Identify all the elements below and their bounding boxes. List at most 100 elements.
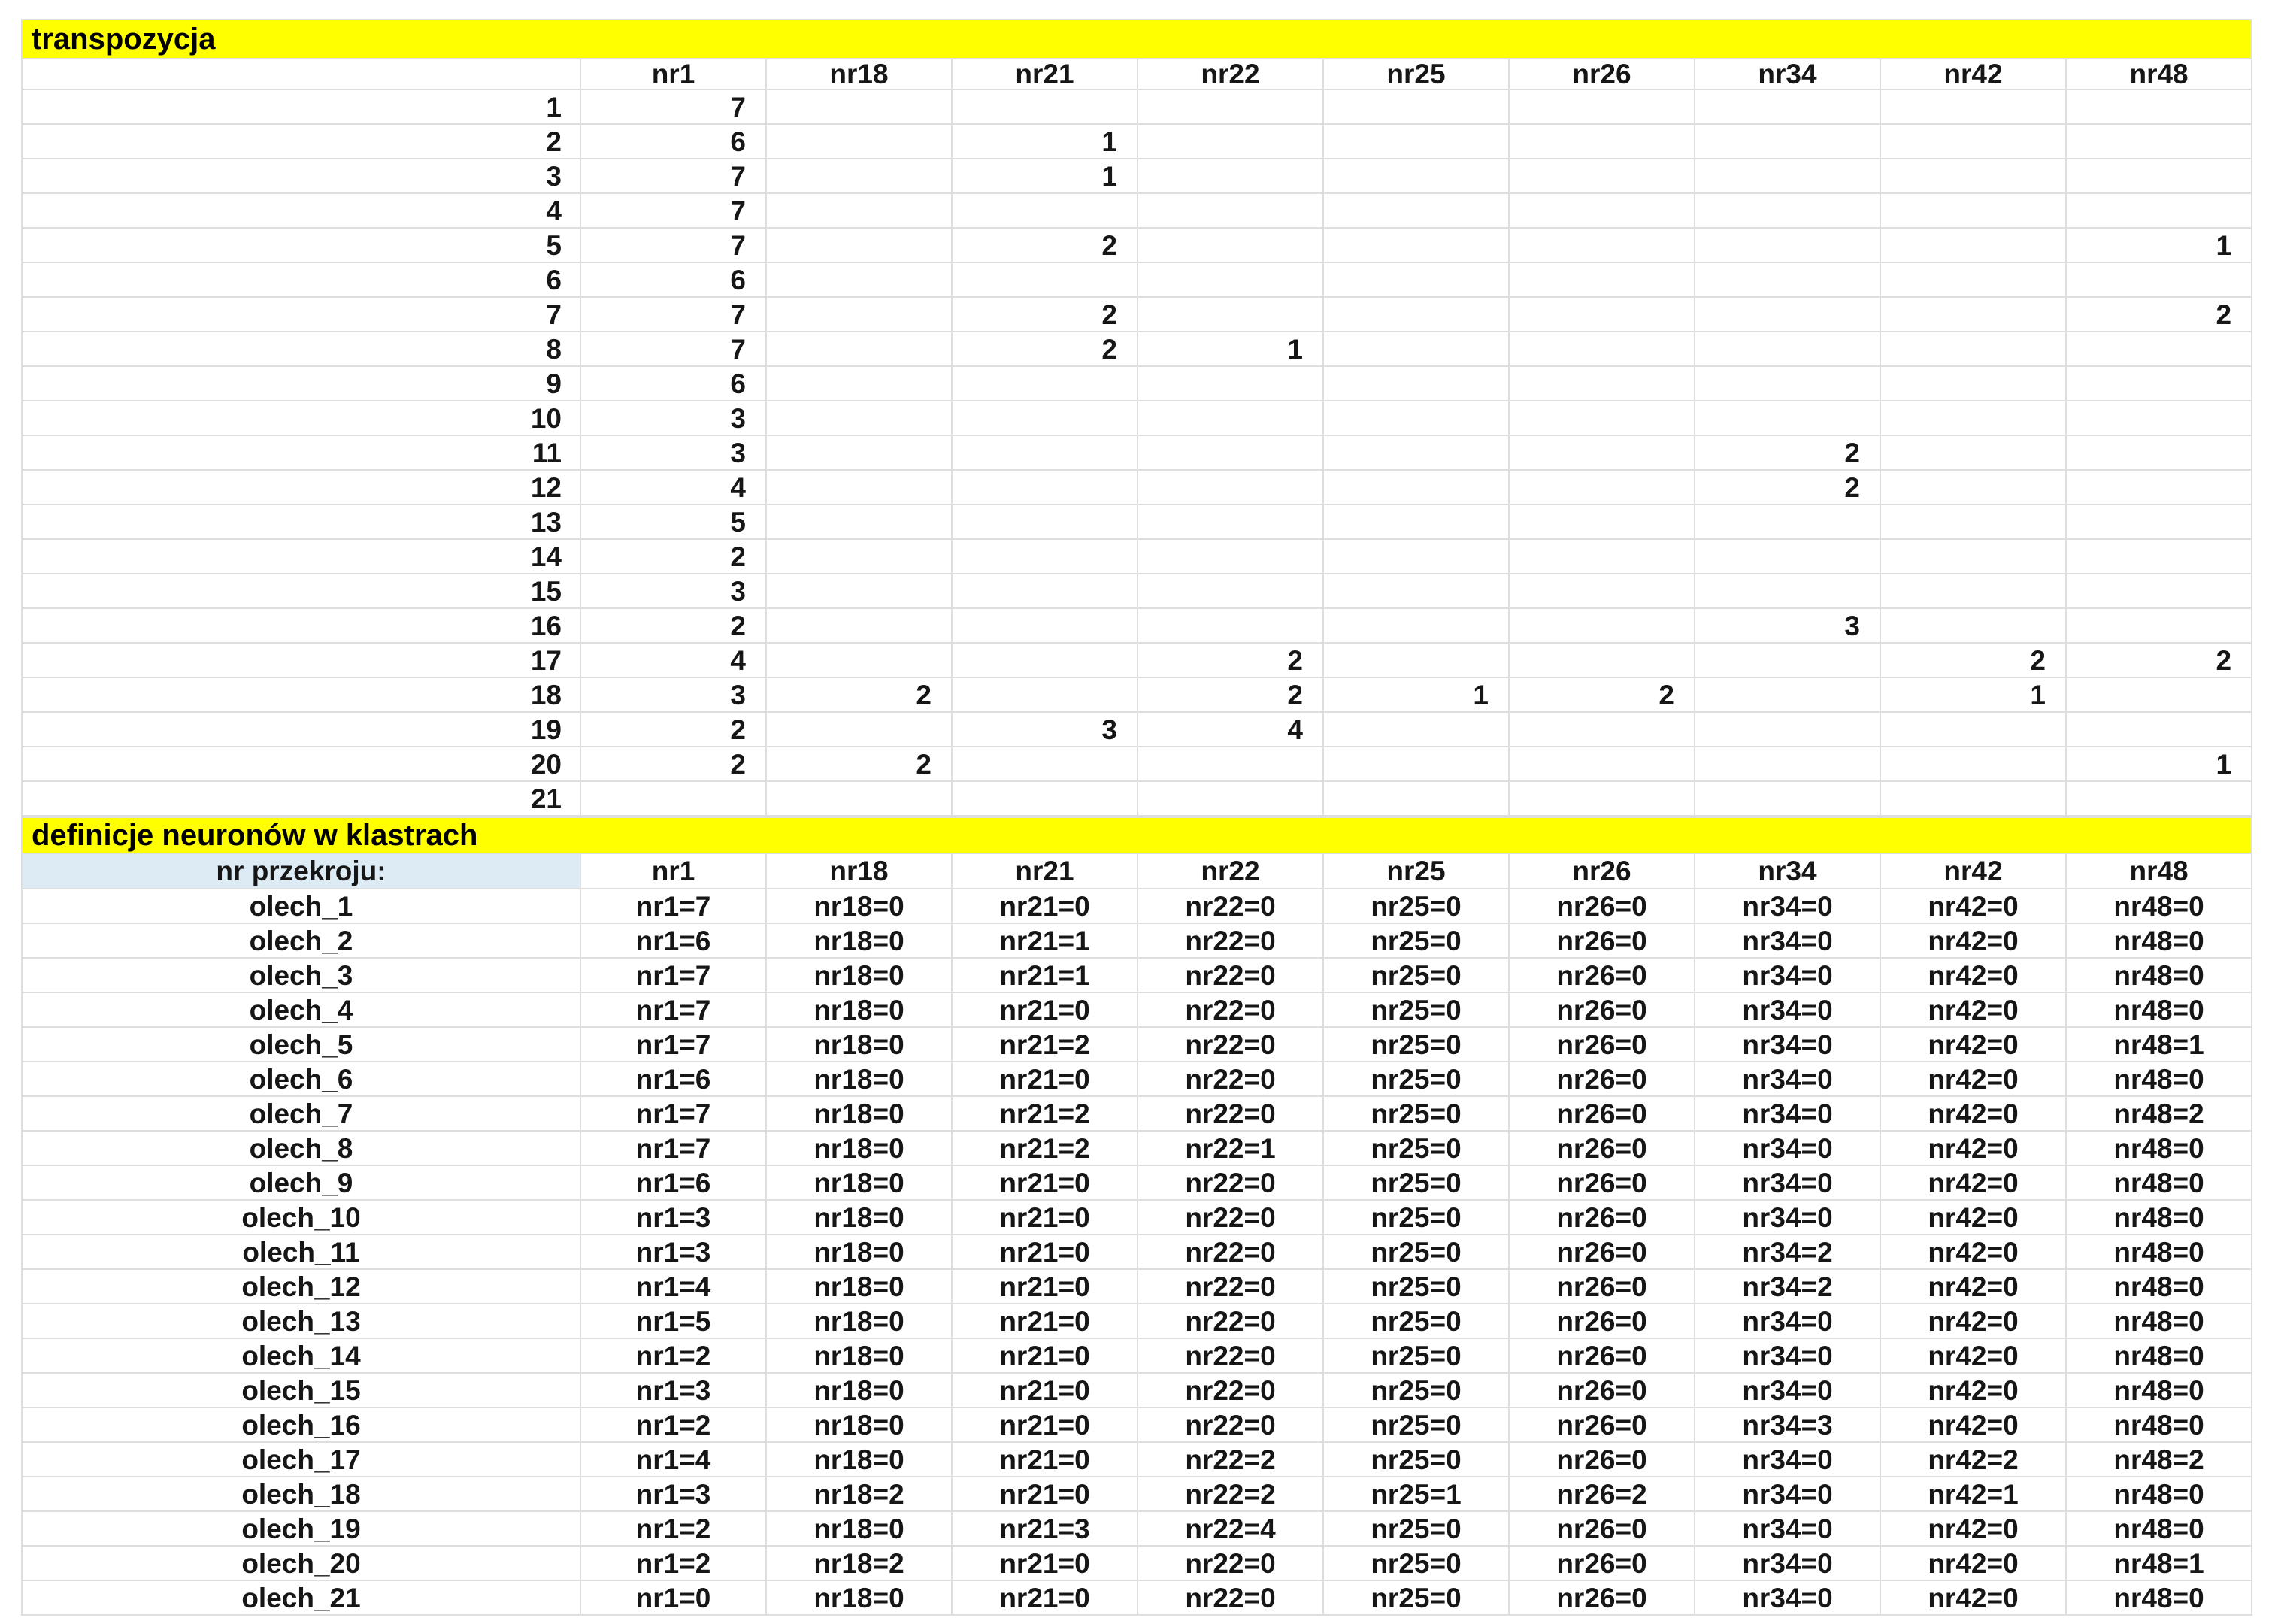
transposition-cell-8-nr26[interactable] [1509, 332, 1695, 366]
definitions-cell-olech_11-nr34[interactable]: nr34=2 [1695, 1235, 1880, 1269]
transposition-cell-5-nr26[interactable] [1509, 228, 1695, 262]
definitions-cell-olech_1-nr18[interactable]: nr18=0 [766, 889, 952, 923]
definitions-cell-olech_11-nr26[interactable]: nr26=0 [1509, 1235, 1695, 1269]
definitions-cell-olech_9-nr42[interactable]: nr42=0 [1880, 1165, 2066, 1200]
transposition-cell-21-nr21[interactable] [952, 781, 1138, 816]
definitions-cell-olech_11-nr21[interactable]: nr21=0 [952, 1235, 1138, 1269]
definitions-cell-olech_11-nr22[interactable]: nr22=0 [1138, 1235, 1323, 1269]
definitions-cell-olech_15-nr21[interactable]: nr21=0 [952, 1373, 1138, 1407]
definitions-cell-olech_4-nr25[interactable]: nr25=0 [1323, 992, 1509, 1027]
transposition-cell-10-nr42[interactable] [1880, 401, 2066, 435]
definitions-cell-olech_11-nr18[interactable]: nr18=0 [766, 1235, 952, 1269]
definitions-cell-olech_20-nr26[interactable]: nr26=0 [1509, 1546, 1695, 1580]
transposition-row-label-4[interactable]: 4 [22, 193, 580, 228]
definitions-row-label-olech_17[interactable]: olech_17 [22, 1442, 580, 1477]
transposition-cell-13-nr18[interactable] [766, 504, 952, 539]
transposition-cell-15-nr22[interactable] [1138, 574, 1323, 608]
definitions-cell-olech_17-nr21[interactable]: nr21=0 [952, 1442, 1138, 1477]
definitions-cell-olech_1-nr42[interactable]: nr42=0 [1880, 889, 2066, 923]
definitions-cell-olech_17-nr48[interactable]: nr48=2 [2066, 1442, 2252, 1477]
definitions-cell-olech_18-nr22[interactable]: nr22=2 [1138, 1477, 1323, 1511]
transposition-cell-17-nr26[interactable] [1509, 643, 1695, 677]
transposition-cell-11-nr22[interactable] [1138, 435, 1323, 470]
transposition-cell-17-nr42[interactable]: 2 [1880, 643, 2066, 677]
definitions-cell-olech_15-nr18[interactable]: nr18=0 [766, 1373, 952, 1407]
transposition-cell-11-nr1[interactable]: 3 [580, 435, 766, 470]
definitions-row-label-olech_14[interactable]: olech_14 [22, 1338, 580, 1373]
definitions-cell-olech_19-nr21[interactable]: nr21=3 [952, 1511, 1138, 1546]
transposition-row-label-13[interactable]: 13 [22, 504, 580, 539]
definitions-cell-olech_3-nr34[interactable]: nr34=0 [1695, 958, 1880, 992]
definitions-cell-olech_15-nr1[interactable]: nr1=3 [580, 1373, 766, 1407]
definitions-cell-olech_19-nr26[interactable]: nr26=0 [1509, 1511, 1695, 1546]
transposition-cell-8-nr21[interactable]: 2 [952, 332, 1138, 366]
transposition-cell-17-nr1[interactable]: 4 [580, 643, 766, 677]
definitions-cell-olech_7-nr42[interactable]: nr42=0 [1880, 1096, 2066, 1131]
definitions-cell-olech_8-nr26[interactable]: nr26=0 [1509, 1131, 1695, 1165]
definitions-row-label-olech_7[interactable]: olech_7 [22, 1096, 580, 1131]
transposition-cell-17-nr25[interactable] [1323, 643, 1509, 677]
transposition-cell-14-nr18[interactable] [766, 539, 952, 574]
transposition-cell-17-nr34[interactable] [1695, 643, 1880, 677]
definitions-cell-olech_12-nr26[interactable]: nr26=0 [1509, 1269, 1695, 1304]
transposition-cell-14-nr48[interactable] [2066, 539, 2252, 574]
transposition-cell-21-nr42[interactable] [1880, 781, 2066, 816]
definitions-cell-olech_21-nr18[interactable]: nr18=0 [766, 1580, 952, 1615]
definitions-cell-olech_16-nr1[interactable]: nr1=2 [580, 1407, 766, 1442]
transposition-title[interactable]: transpozycja [22, 20, 2252, 59]
transposition-cell-19-nr21[interactable]: 3 [952, 712, 1138, 747]
definitions-cell-olech_2-nr25[interactable]: nr25=0 [1323, 923, 1509, 958]
definitions-cell-olech_18-nr1[interactable]: nr1=3 [580, 1477, 766, 1511]
transposition-row-label-12[interactable]: 12 [22, 470, 580, 504]
definitions-row-label-olech_6[interactable]: olech_6 [22, 1062, 580, 1096]
transposition-cell-6-nr21[interactable] [952, 262, 1138, 297]
definitions-cell-olech_16-nr48[interactable]: nr48=0 [2066, 1407, 2252, 1442]
definitions-cell-olech_3-nr26[interactable]: nr26=0 [1509, 958, 1695, 992]
transposition-cell-2-nr42[interactable] [1880, 124, 2066, 159]
transposition-cell-9-nr1[interactable]: 6 [580, 366, 766, 401]
transposition-cell-5-nr18[interactable] [766, 228, 952, 262]
transposition-cell-2-nr22[interactable] [1138, 124, 1323, 159]
transposition-cell-10-nr26[interactable] [1509, 401, 1695, 435]
definitions-cell-olech_21-nr26[interactable]: nr26=0 [1509, 1580, 1695, 1615]
transposition-cell-5-nr1[interactable]: 7 [580, 228, 766, 262]
definitions-cell-olech_9-nr21[interactable]: nr21=0 [952, 1165, 1138, 1200]
transposition-cell-1-nr1[interactable]: 7 [580, 89, 766, 124]
transposition-cell-13-nr25[interactable] [1323, 504, 1509, 539]
definitions-cell-olech_16-nr18[interactable]: nr18=0 [766, 1407, 952, 1442]
transposition-cell-9-nr18[interactable] [766, 366, 952, 401]
transposition-cell-14-nr21[interactable] [952, 539, 1138, 574]
transposition-cell-7-nr22[interactable] [1138, 297, 1323, 332]
definitions-cell-olech_9-nr25[interactable]: nr25=0 [1323, 1165, 1509, 1200]
transposition-cell-11-nr21[interactable] [952, 435, 1138, 470]
definitions-cell-olech_7-nr1[interactable]: nr1=7 [580, 1096, 766, 1131]
definitions-row-label-olech_1[interactable]: olech_1 [22, 889, 580, 923]
transposition-cell-5-nr22[interactable] [1138, 228, 1323, 262]
definitions-cell-olech_17-nr26[interactable]: nr26=0 [1509, 1442, 1695, 1477]
definitions-cell-olech_12-nr18[interactable]: nr18=0 [766, 1269, 952, 1304]
definitions-cell-olech_21-nr22[interactable]: nr22=0 [1138, 1580, 1323, 1615]
transposition-cell-10-nr22[interactable] [1138, 401, 1323, 435]
transposition-cell-3-nr42[interactable] [1880, 159, 2066, 193]
transposition-cell-19-nr18[interactable] [766, 712, 952, 747]
transposition-row-label-19[interactable]: 19 [22, 712, 580, 747]
definitions-cell-olech_7-nr34[interactable]: nr34=0 [1695, 1096, 1880, 1131]
definitions-cell-olech_15-nr22[interactable]: nr22=0 [1138, 1373, 1323, 1407]
transposition-cell-4-nr42[interactable] [1880, 193, 2066, 228]
definitions-cell-olech_4-nr18[interactable]: nr18=0 [766, 992, 952, 1027]
definitions-cell-olech_7-nr25[interactable]: nr25=0 [1323, 1096, 1509, 1131]
transposition-cell-20-nr48[interactable]: 1 [2066, 747, 2252, 781]
transposition-corner-cell[interactable] [22, 59, 580, 89]
transposition-cell-6-nr25[interactable] [1323, 262, 1509, 297]
definitions-cell-olech_6-nr22[interactable]: nr22=0 [1138, 1062, 1323, 1096]
transposition-cell-18-nr26[interactable]: 2 [1509, 677, 1695, 712]
transposition-cell-14-nr25[interactable] [1323, 539, 1509, 574]
transposition-cell-16-nr18[interactable] [766, 608, 952, 643]
transposition-cell-19-nr26[interactable] [1509, 712, 1695, 747]
transposition-cell-7-nr1[interactable]: 7 [580, 297, 766, 332]
definitions-cell-olech_7-nr48[interactable]: nr48=2 [2066, 1096, 2252, 1131]
transposition-row-label-18[interactable]: 18 [22, 677, 580, 712]
definitions-cell-olech_6-nr18[interactable]: nr18=0 [766, 1062, 952, 1096]
transposition-cell-4-nr22[interactable] [1138, 193, 1323, 228]
definitions-cell-olech_1-nr21[interactable]: nr21=0 [952, 889, 1138, 923]
